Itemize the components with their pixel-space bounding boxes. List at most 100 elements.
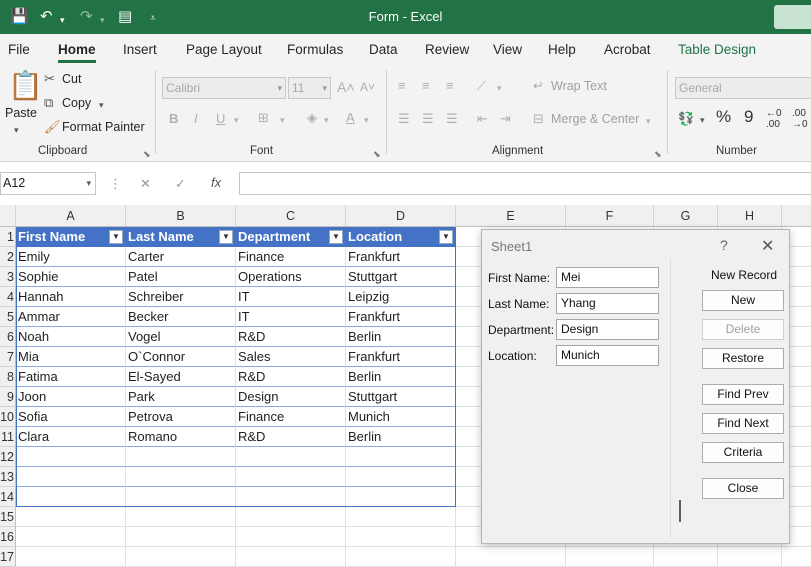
copy-dropdown-icon[interactable]: ▾: [99, 97, 104, 113]
cell[interactable]: [16, 487, 126, 507]
table-cell[interactable]: Schreiber: [126, 287, 236, 307]
paste-icon[interactable]: 📋: [8, 70, 43, 102]
table-header-cell[interactable]: First Name ▼: [16, 227, 126, 247]
row-header-16[interactable]: 16: [0, 527, 16, 547]
borders-dropdown-icon[interactable]: ▾: [280, 112, 285, 128]
find-prev-button[interactable]: Find Prev: [702, 384, 784, 405]
align-top-icon[interactable]: ≡: [398, 78, 406, 94]
table-cell[interactable]: Frankfurt: [346, 307, 456, 327]
row-header-5[interactable]: 5: [0, 307, 16, 327]
fill-color-dropdown-icon[interactable]: ▾: [324, 112, 329, 128]
row-header-8[interactable]: 8: [0, 367, 16, 387]
table-cell[interactable]: Patel: [126, 267, 236, 287]
cell[interactable]: [236, 547, 346, 567]
cell[interactable]: [346, 447, 456, 467]
format-painter-button[interactable]: Format Painter: [62, 120, 145, 134]
table-cell[interactable]: Petrova: [126, 407, 236, 427]
table-cell[interactable]: Frankfurt: [346, 347, 456, 367]
column-header-i[interactable]: I: [782, 205, 811, 227]
row-header-17[interactable]: 17: [0, 547, 16, 567]
decrease-indent-icon[interactable]: ⇤: [477, 111, 488, 127]
tab-home[interactable]: Home: [58, 42, 96, 63]
font-launcher-icon[interactable]: ⬊: [373, 149, 381, 160]
row-header-15[interactable]: 15: [0, 507, 16, 527]
paste-dropdown-icon[interactable]: ▾: [14, 122, 19, 138]
cell[interactable]: [782, 547, 811, 567]
table-cell[interactable]: R&D: [236, 427, 346, 447]
table-cell[interactable]: Ammar: [16, 307, 126, 327]
table-cell[interactable]: Romano: [126, 427, 236, 447]
cell[interactable]: [566, 547, 654, 567]
cell[interactable]: [236, 507, 346, 527]
table-header-cell[interactable]: Last Name ▼: [126, 227, 236, 247]
table-cell[interactable]: Carter: [126, 247, 236, 267]
cell[interactable]: [126, 487, 236, 507]
column-header-g[interactable]: G: [654, 205, 718, 227]
cancel-icon[interactable]: ✕: [140, 176, 151, 192]
criteria-button[interactable]: Criteria: [702, 442, 784, 463]
select-all-corner[interactable]: [0, 205, 16, 227]
department-field[interactable]: Design: [556, 319, 659, 340]
tab-formulas[interactable]: Formulas: [287, 42, 343, 57]
cell[interactable]: [126, 467, 236, 487]
italic-icon[interactable]: I: [194, 111, 198, 127]
insert-function-icon[interactable]: fx: [211, 175, 221, 191]
align-left-icon[interactable]: ☰: [398, 111, 410, 127]
cell[interactable]: [236, 467, 346, 487]
cut-icon[interactable]: ✂: [44, 71, 55, 87]
tab-table-design[interactable]: Table Design: [678, 42, 756, 57]
table-cell[interactable]: Leipzig: [346, 287, 456, 307]
column-header-d[interactable]: D: [346, 205, 456, 227]
font-color-icon[interactable]: A: [346, 110, 355, 126]
orientation-dropdown-icon[interactable]: ▾: [497, 80, 502, 96]
tab-review[interactable]: Review: [425, 42, 469, 57]
table-cell[interactable]: Design: [236, 387, 346, 407]
alignment-launcher-icon[interactable]: ⬊: [654, 149, 662, 160]
wrap-text-icon[interactable]: ↵: [533, 78, 544, 94]
row-header-6[interactable]: 6: [0, 327, 16, 347]
row-header-1[interactable]: 1: [0, 227, 16, 247]
record-scrollbar[interactable]: [679, 500, 681, 522]
underline-dropdown-icon[interactable]: ▾: [234, 112, 239, 128]
cell[interactable]: [654, 547, 718, 567]
filter-dropdown-icon[interactable]: ▼: [439, 230, 453, 244]
find-next-button[interactable]: Find Next: [702, 413, 784, 434]
row-header-7[interactable]: 7: [0, 347, 16, 367]
table-cell[interactable]: R&D: [236, 327, 346, 347]
row-header-11[interactable]: 11: [0, 427, 16, 447]
font-size-combo[interactable]: 11 ▾: [288, 77, 331, 99]
column-header-b[interactable]: B: [126, 205, 236, 227]
table-cell[interactable]: Mia: [16, 347, 126, 367]
align-middle-icon[interactable]: ≡: [422, 78, 430, 94]
table-cell[interactable]: Stuttgart: [346, 387, 456, 407]
row-header-3[interactable]: 3: [0, 267, 16, 287]
enter-icon[interactable]: ✓: [175, 176, 186, 192]
last-name-field[interactable]: Yhang: [556, 293, 659, 314]
location-field[interactable]: Munich: [556, 345, 659, 366]
cell[interactable]: [126, 447, 236, 467]
table-cell[interactable]: Finance: [236, 407, 346, 427]
delete-button[interactable]: Delete: [702, 319, 784, 340]
new-button[interactable]: New: [702, 290, 784, 311]
cell[interactable]: [126, 507, 236, 527]
align-right-icon[interactable]: ☰: [446, 111, 458, 127]
cell[interactable]: [16, 467, 126, 487]
increase-font-size-icon[interactable]: A˄: [337, 79, 355, 95]
tab-view[interactable]: View: [493, 42, 522, 57]
wrap-text-button[interactable]: Wrap Text: [551, 79, 607, 93]
cell[interactable]: [126, 527, 236, 547]
column-header-c[interactable]: C: [236, 205, 346, 227]
cell[interactable]: [346, 467, 456, 487]
filter-dropdown-icon[interactable]: ▼: [219, 230, 233, 244]
tab-file[interactable]: File: [8, 42, 30, 57]
table-cell[interactable]: Emily: [16, 247, 126, 267]
cell[interactable]: [236, 447, 346, 467]
tab-acrobat[interactable]: Acrobat: [604, 42, 651, 57]
first-name-field[interactable]: Mei: [556, 267, 659, 288]
table-cell[interactable]: Noah: [16, 327, 126, 347]
font-name-combo[interactable]: Calibri ▾: [162, 77, 286, 99]
table-cell[interactable]: Sofia: [16, 407, 126, 427]
name-box[interactable]: A12 ▾: [0, 172, 96, 195]
cell[interactable]: [236, 527, 346, 547]
percent-icon[interactable]: %: [716, 108, 731, 125]
